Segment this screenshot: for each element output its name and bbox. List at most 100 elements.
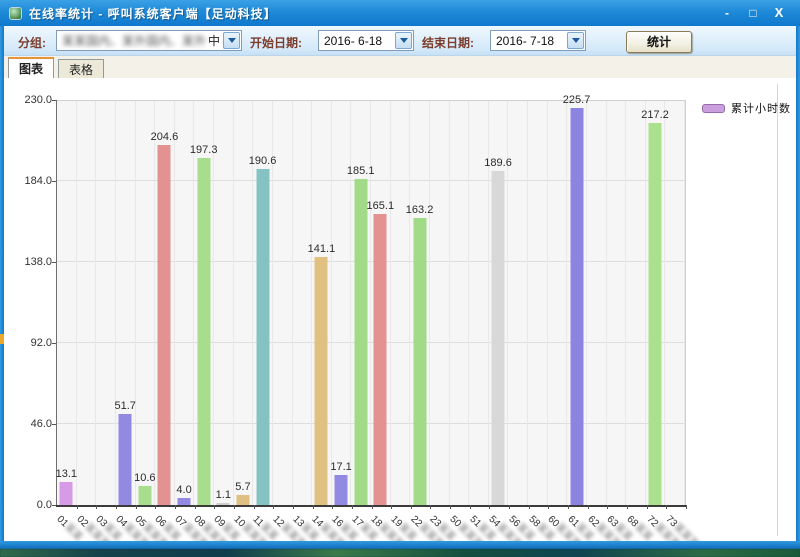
chart-slot	[96, 101, 116, 505]
tab-bar: 图表 表格	[4, 56, 796, 78]
x-slot: 12某某某	[273, 508, 293, 542]
bar	[374, 214, 387, 505]
chart-slot	[626, 101, 646, 505]
x-slot: 11某某	[254, 508, 274, 542]
legend-swatch	[702, 104, 725, 113]
maximize-button[interactable]: □	[742, 4, 764, 22]
dropdown-arrow-icon[interactable]	[567, 32, 584, 49]
group-combobox[interactable]: 某某国内、某外国内、某外台湾 中	[56, 30, 242, 51]
bar-value-label: 217.2	[641, 109, 669, 121]
chart-slot: 10.6	[136, 101, 156, 505]
y-axis-tick	[52, 181, 56, 182]
bar-value-label: 165.1	[367, 200, 395, 212]
y-axis-tick-label: 0.0	[14, 499, 52, 511]
app-window: 在线率统计 - 呼叫系统客户端【足动科技】 - □ X 分组: 某某国内、某外国…	[0, 0, 800, 557]
tab-chart[interactable]: 图表	[8, 57, 54, 78]
bar-value-label: 197.3	[190, 144, 218, 156]
bar-value-label: 225.7	[563, 94, 591, 106]
y-axis-tick-label: 46.0	[14, 418, 52, 430]
bar	[138, 486, 151, 505]
start-date-combobox[interactable]: 2016- 6-18	[318, 30, 414, 51]
chart-slot: 165.1	[371, 101, 391, 505]
x-slot: 10某某某	[234, 508, 254, 542]
x-slot: 73某某某	[666, 508, 686, 542]
chart-slot	[391, 101, 411, 505]
chart-slot	[293, 101, 313, 505]
x-slot: 06某某	[155, 508, 175, 542]
bar-value-label: 190.6	[249, 155, 277, 167]
bar-value-label: 51.7	[114, 400, 135, 412]
dropdown-arrow-icon[interactable]	[395, 32, 412, 49]
y-axis-tick	[52, 100, 56, 101]
app-icon	[9, 7, 22, 20]
x-slot: 22某某某	[411, 508, 431, 542]
bar-value-label: 17.1	[330, 461, 351, 473]
chart-slot	[665, 101, 685, 505]
x-slot: 14某某某	[313, 508, 333, 542]
x-slot: 68某某	[627, 508, 647, 542]
chart-slot	[587, 101, 607, 505]
bar-value-label: 13.1	[56, 468, 77, 480]
desktop-wallpaper-strip	[0, 549, 800, 557]
chart-slot: 189.6	[489, 101, 509, 505]
bar-value-label: 163.2	[406, 204, 434, 216]
x-slot: 62某某某	[588, 508, 608, 542]
y-axis-tick-label: 230.0	[14, 94, 52, 106]
bar-value-label: 4.0	[176, 484, 191, 496]
bar-value-label: 204.6	[151, 131, 179, 143]
x-slot: 18某某某	[372, 508, 392, 542]
x-slot: 16某某	[332, 508, 352, 542]
x-axis-labels: 01某某02某某某03某某04某某某05某某某06某某07某某某08某某某09某…	[57, 508, 686, 542]
x-slot: 08某某某	[195, 508, 215, 542]
bar-value-label: 185.1	[347, 165, 375, 177]
end-date-label: 结束日期:	[422, 34, 474, 51]
minimize-button[interactable]: -	[716, 4, 738, 22]
tab-table[interactable]: 表格	[58, 59, 104, 78]
x-slot: 13某某	[293, 508, 313, 542]
chart-slot	[77, 101, 97, 505]
y-axis-tick-label: 184.0	[14, 175, 52, 187]
bar	[178, 498, 191, 505]
chart-slot: 163.2	[410, 101, 430, 505]
x-slot: 04某某某	[116, 508, 136, 542]
bar	[335, 475, 348, 505]
chart-slot: 17.1	[332, 101, 352, 505]
dropdown-arrow-icon[interactable]	[223, 32, 240, 49]
chart-slot: 225.7	[567, 101, 587, 505]
window-border-bottom	[0, 541, 800, 549]
chart-slot	[607, 101, 627, 505]
y-axis-tick	[52, 505, 56, 506]
statistics-button[interactable]: 统计	[626, 31, 692, 53]
bar	[570, 108, 583, 505]
bar	[354, 179, 367, 505]
bar-value-label: 141.1	[308, 243, 336, 255]
panel-divider	[777, 84, 778, 536]
toolbar: 分组: 某某国内、某外国内、某外台湾 中 开始日期: 2016- 6-18 结束…	[4, 26, 796, 56]
chart-slot: 141.1	[312, 101, 332, 505]
x-slot: 23某某	[430, 508, 450, 542]
bar	[649, 123, 662, 505]
bar-value-label: 1.1	[216, 489, 231, 501]
x-slot: 56某某	[509, 508, 529, 542]
chart-slot: 190.6	[253, 101, 273, 505]
legend: 累计小时数	[702, 100, 791, 116]
x-slot: 61某某	[568, 508, 588, 542]
bar-value-label: 189.6	[484, 157, 512, 169]
y-axis-line	[56, 100, 57, 506]
x-slot: 72某某某	[647, 508, 667, 542]
x-slot: 07某某某	[175, 508, 195, 542]
x-axis-tick	[686, 505, 687, 509]
x-slot: 63某某	[607, 508, 627, 542]
bar	[256, 169, 269, 505]
bar	[60, 482, 73, 505]
start-date-label: 开始日期:	[250, 34, 302, 51]
bar	[158, 145, 171, 505]
bar-value-label: 10.6	[134, 472, 155, 484]
x-slot: 51某某	[470, 508, 490, 542]
end-date-combobox[interactable]: 2016- 7-18	[490, 30, 586, 51]
close-button[interactable]: X	[768, 4, 790, 22]
end-date-value: 2016- 7-18	[491, 34, 566, 48]
chart-slot: 204.6	[155, 101, 175, 505]
chart-slot	[450, 101, 470, 505]
x-slot: 60某某某	[548, 508, 568, 542]
